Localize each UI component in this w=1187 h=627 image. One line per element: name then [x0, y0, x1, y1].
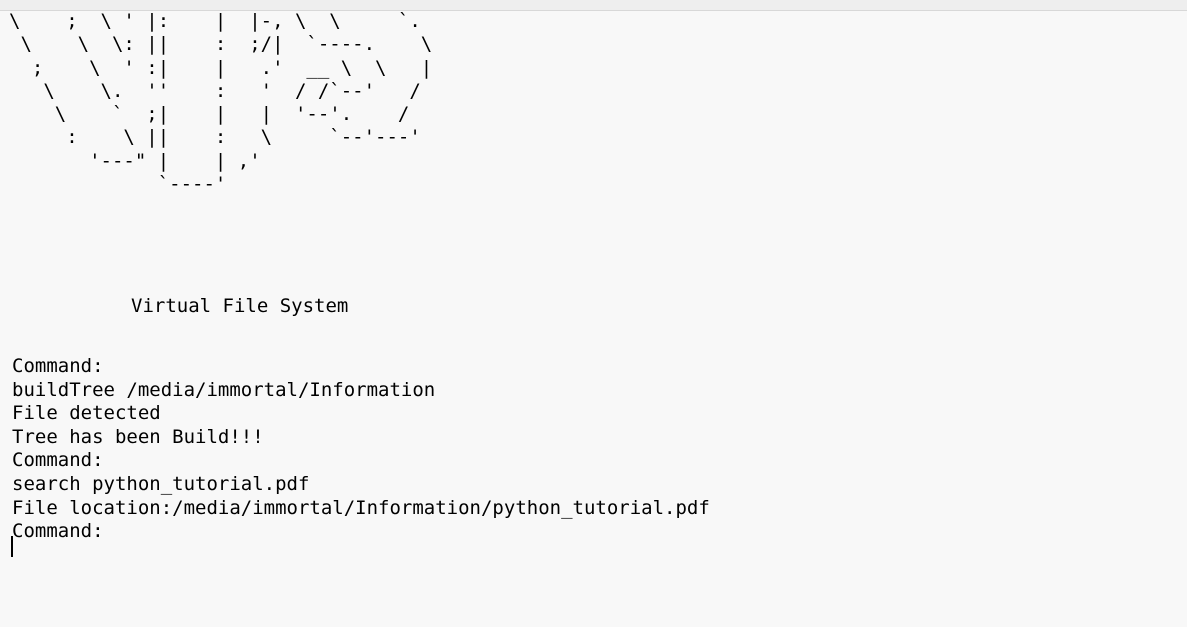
output-line: buildTree /media/immortal/Information: [12, 378, 436, 401]
ascii-art-logo: \ ; \ ' |: | |-, \ \ `. \ \ \: || : ;/| …: [9, 10, 433, 196]
output-line: Tree has been Build!!!: [12, 425, 264, 448]
output-line: search python_tutorial.pdf: [12, 472, 310, 495]
text-cursor: [11, 536, 13, 557]
app-title: Virtual File System: [131, 295, 349, 317]
terminal-output: Command: buildTree /media/immortal/Infor…: [12, 355, 710, 544]
terminal-window[interactable]: \ ; \ ' |: | |-, \ \ `. \ \ \: || : ;/| …: [0, 0, 1187, 627]
command-prompt[interactable]: Command:: [12, 520, 710, 544]
output-line: File location:/media/immortal/Informatio…: [12, 496, 710, 519]
output-line: Command:: [12, 355, 104, 377]
output-line: File detected: [12, 402, 161, 425]
output-line: Command:: [12, 449, 104, 472]
